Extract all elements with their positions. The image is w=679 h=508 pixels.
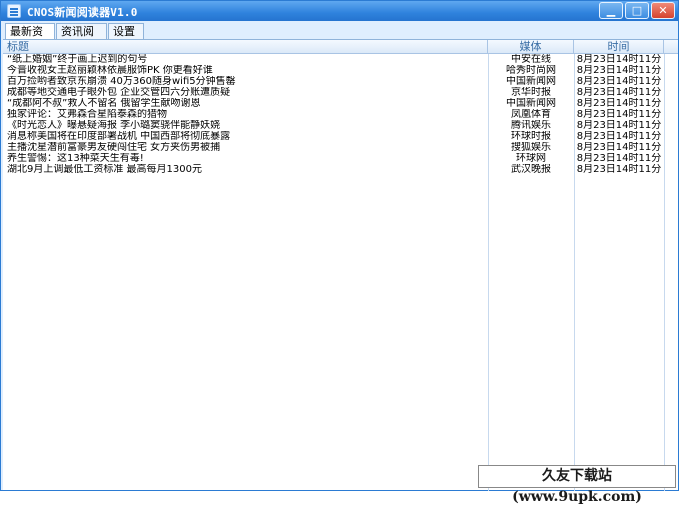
- news-time: 8月23日14时11分: [576, 65, 662, 76]
- list-item[interactable]: 湖北9月上调最低工资标准 最高每月1300元 武汉晚报 8月23日14时11分: [3, 164, 678, 175]
- news-title: “纸上婚姻”终于画上迟到的句号: [7, 54, 148, 65]
- tab-latest-news[interactable]: 最新资讯: [5, 23, 55, 53]
- news-time: 8月23日14时11分: [576, 153, 662, 164]
- list-item[interactable]: 今晋收视女王赵丽颖林依晨服饰PK 你更看好谁 哈秀时尚网 8月23日14时11分: [3, 65, 678, 76]
- news-title: 《时光恋人》曝悬疑海报 李小璐窦骁伴能静妖娆: [7, 120, 221, 131]
- app-window: CNOS新闻阅读器V1.0 ▁ □ ✕ 最新资讯 资讯阅读 设置 标题 媒体 时…: [0, 0, 679, 505]
- column-header-title[interactable]: 标题: [3, 40, 488, 54]
- list-item[interactable]: 成都等地交通电子眼外包 企业交管四六分账遭质疑 京华时报 8月23日14时11分: [3, 87, 678, 98]
- news-time: 8月23日14时11分: [576, 131, 662, 142]
- news-source: 环球网: [516, 153, 546, 164]
- window-title: CNOS新闻阅读器V1.0: [27, 6, 138, 19]
- news-title: 成都等地交通电子眼外包 企业交管四六分账遭质疑: [7, 87, 231, 98]
- column-header-source[interactable]: 媒体: [488, 40, 574, 54]
- news-title: “成都阿不叔”救人不留名 俄留学生献吻谢恩: [7, 98, 201, 109]
- news-time: 8月23日14时11分: [576, 120, 662, 131]
- close-button[interactable]: ✕: [651, 2, 675, 19]
- news-title: 湖北9月上调最低工资标准 最高每月1300元: [7, 164, 202, 175]
- list-item[interactable]: 百万捡哟者致京东崩溃 40万360随身wifi5分钟售罄 中国新闻网 8月23日…: [3, 76, 678, 87]
- news-source: 京华时报: [511, 87, 551, 98]
- news-title: 今晋收视女王赵丽颖林依晨服饰PK 你更看好谁: [7, 65, 213, 76]
- news-source: 腾讯娱乐: [511, 120, 551, 131]
- news-title: 百万捡哟者致京东崩溃 40万360随身wifi5分钟售罄: [7, 76, 236, 87]
- column-header-time[interactable]: 时间: [574, 40, 664, 54]
- news-time: 8月23日14时11分: [576, 98, 662, 109]
- news-time: 8月23日14时11分: [576, 164, 662, 175]
- news-source: 哈秀时尚网: [506, 65, 556, 76]
- list-item[interactable]: 独家评论：艾弗森合星陷泰森的猎物 凤凰体育 8月23日14时11分: [3, 109, 678, 120]
- news-source: 中安在线: [511, 54, 551, 65]
- news-list[interactable]: 标题 媒体 时间 “纸上婚姻”终于画上迟到的句号 中安在线 8月23日14时11…: [3, 39, 678, 491]
- news-source: 搜狐娱乐: [511, 142, 551, 153]
- maximize-button[interactable]: □: [625, 2, 649, 19]
- news-title: 独家评论：艾弗森合星陷泰森的猎物: [7, 109, 167, 120]
- title-bar[interactable]: CNOS新闻阅读器V1.0 ▁ □ ✕: [1, 1, 678, 21]
- news-source: 中国新闻网: [506, 98, 556, 109]
- news-title: 消息称美国将在印度部署战机 中国西部将彻底暴露: [7, 131, 231, 142]
- news-source: 环球时报: [511, 131, 551, 142]
- list-item[interactable]: “纸上婚姻”终于画上迟到的句号 中安在线 8月23日14时11分: [3, 54, 678, 65]
- news-time: 8月23日14时11分: [576, 142, 662, 153]
- news-time: 8月23日14时11分: [576, 76, 662, 87]
- tab-news-reading[interactable]: 资讯阅读: [56, 23, 107, 53]
- news-title: 养生警惕：这13种菜天生有毒!: [7, 153, 144, 164]
- list-item[interactable]: 消息称美国将在印度部署战机 中国西部将彻底暴露 环球时报 8月23日14时11分: [3, 131, 678, 142]
- list-rows: “纸上婚姻”终于画上迟到的句号 中安在线 8月23日14时11分 今晋收视女王赵…: [3, 54, 678, 175]
- list-item[interactable]: “成都阿不叔”救人不留名 俄留学生献吻谢恩 中国新闻网 8月23日14时11分: [3, 98, 678, 109]
- column-header-filler: [664, 40, 678, 54]
- news-time: 8月23日14时11分: [576, 54, 662, 65]
- site-watermark: 久友下载站(www.9upk.com): [478, 465, 676, 505]
- list-item[interactable]: 养生警惕：这13种菜天生有毒! 环球网 8月23日14时11分: [3, 153, 678, 164]
- list-header: 标题 媒体 时间: [3, 40, 678, 54]
- news-source: 凤凰体育: [511, 109, 551, 120]
- minimize-button[interactable]: ▁: [599, 2, 623, 19]
- list-item[interactable]: 《时光恋人》曝悬疑海报 李小璐窦骁伴能静妖娆 腾讯娱乐 8月23日14时11分: [3, 120, 678, 131]
- news-time: 8月23日14时11分: [576, 109, 662, 120]
- news-title: 主播沈星潜前富豪男友硬闯住宅 女方夹伤男被捕: [7, 142, 221, 153]
- news-source: 武汉晚报: [511, 164, 551, 175]
- list-item[interactable]: 主播沈星潜前富豪男友硬闯住宅 女方夹伤男被捕 搜狐娱乐 8月23日14时11分: [3, 142, 678, 153]
- app-icon: [7, 4, 21, 18]
- tab-settings[interactable]: 设置: [108, 23, 144, 39]
- news-time: 8月23日14时11分: [576, 87, 662, 98]
- news-source: 中国新闻网: [506, 76, 556, 87]
